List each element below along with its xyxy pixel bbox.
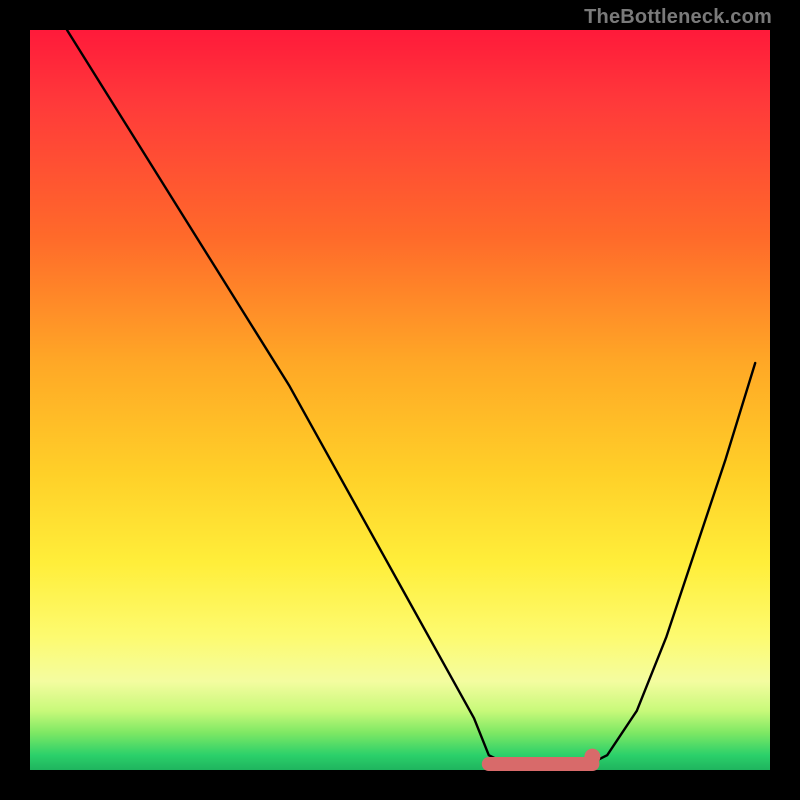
plot-area <box>30 30 770 770</box>
optimal-range-end-dot <box>584 749 600 765</box>
chart-frame: TheBottleneck.com <box>0 0 800 800</box>
curve-svg <box>30 30 770 770</box>
bottleneck-curve <box>67 30 755 770</box>
watermark-text: TheBottleneck.com <box>584 6 772 29</box>
